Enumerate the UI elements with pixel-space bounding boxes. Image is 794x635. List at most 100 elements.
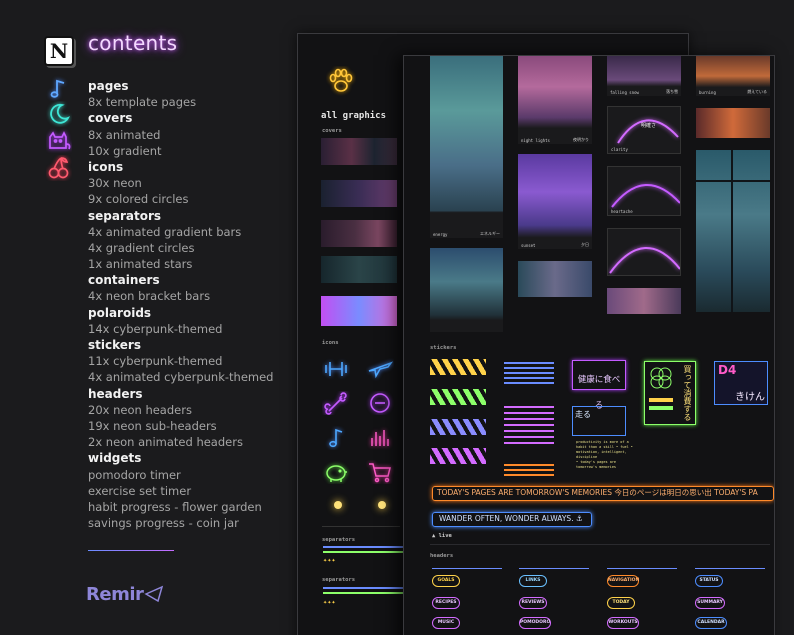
notion-logo: N bbox=[44, 36, 74, 66]
sticker-run: 走る bbox=[572, 406, 626, 436]
sticker-text: 買って消費する bbox=[683, 365, 692, 421]
polaroid-thumbnail bbox=[607, 228, 681, 276]
polaroid-caption: clarity bbox=[611, 147, 628, 152]
music-note-icon bbox=[50, 79, 65, 98]
polaroid-thumbnail bbox=[696, 108, 770, 138]
section-heading: headers bbox=[88, 386, 143, 401]
header-line bbox=[432, 568, 502, 569]
lines-sticker bbox=[504, 464, 554, 476]
colored-circle-icon bbox=[378, 501, 386, 509]
header-calendar: CALENDAR bbox=[695, 617, 727, 629]
polaroid-night-lights: night lights 夜明かり bbox=[518, 56, 592, 144]
polaroid-caption-jp: エネルギー bbox=[480, 231, 500, 236]
colored-circle-icon bbox=[334, 501, 342, 509]
polaroid-caption: heartache bbox=[611, 209, 633, 214]
polaroid-caption: energy bbox=[433, 232, 448, 237]
section-item: 2x neon animated headers bbox=[88, 435, 243, 450]
polaroid-energy: energy エネルギー bbox=[430, 56, 503, 238]
polaroid-caption-jp: 夕日 bbox=[581, 242, 589, 247]
stickers-label: stickers bbox=[430, 345, 457, 351]
separator-bar bbox=[323, 587, 403, 589]
stars-separator: ✦✦✦ bbox=[323, 600, 336, 606]
polaroid-caption-jp: 燃えている bbox=[747, 89, 767, 94]
polaroid-clarity: 明確さ clarity bbox=[607, 106, 681, 154]
section-item: exercise set timer bbox=[88, 483, 192, 498]
sticker-eat-healthy: 健康に食べる bbox=[572, 360, 626, 411]
scrolling-banner: TODAY'S PAGES ARE TOMORROW'S MEMORIES 今日… bbox=[432, 486, 774, 501]
cover-thumbnail bbox=[321, 220, 397, 247]
headers-label: headers bbox=[430, 553, 454, 559]
polaroid-caption: night lights bbox=[521, 138, 550, 143]
shopping-cart-icon bbox=[369, 463, 391, 483]
equalizer-icon bbox=[371, 430, 389, 446]
cherries-icon bbox=[48, 157, 69, 179]
section-item: 4x neon bracket bars bbox=[88, 289, 211, 304]
sticker-text: きけん bbox=[735, 392, 765, 403]
gradient-cover bbox=[321, 296, 397, 326]
polaroid-thumbnail bbox=[430, 248, 503, 332]
header-music: MUSIC bbox=[432, 617, 460, 629]
section-item: 11x cyberpunk-themed bbox=[88, 354, 223, 369]
polaroid-falling-snow: falling snow 落ち雪 bbox=[607, 56, 681, 96]
sticker-quote: productivity is more of a habit than a s… bbox=[576, 440, 633, 469]
section-heading: containers bbox=[88, 273, 160, 288]
icons-label: icons bbox=[322, 340, 339, 346]
moon-icon bbox=[50, 103, 71, 124]
section-heading: covers bbox=[88, 111, 133, 126]
section-item: 1x animated stars bbox=[88, 257, 193, 272]
polaroid-caption: burning bbox=[699, 90, 716, 95]
polaroid-caption: falling snow bbox=[610, 90, 639, 95]
quote-banner: WANDER OFTEN, WONDER ALWAYS. ⚓ bbox=[432, 512, 592, 527]
header-navigation: NAVIGATION bbox=[607, 575, 639, 587]
header-reviews: REVIEWS bbox=[519, 597, 547, 609]
window-frame bbox=[696, 180, 770, 182]
striped-sticker bbox=[430, 419, 486, 435]
leaf-logo-icon bbox=[144, 585, 164, 603]
stars-separator: ✦✦✦ bbox=[323, 558, 336, 564]
polaroid-thumbnail bbox=[518, 261, 592, 297]
section-item: 4x animated cyberpunk-themed bbox=[88, 370, 274, 385]
svg-text:明確さ: 明確さ bbox=[641, 122, 656, 129]
striped-sticker bbox=[430, 359, 486, 375]
section-item: 19x neon sub-headers bbox=[88, 418, 217, 433]
separator-bar bbox=[323, 551, 403, 553]
section-item: 4x gradient circles bbox=[88, 240, 195, 255]
airplane-icon bbox=[368, 361, 394, 379]
section-item: 9x colored circles bbox=[88, 192, 189, 207]
polaroid-sunset: sunset 夕日 bbox=[518, 154, 592, 249]
section-item: savings progress - coin jar bbox=[88, 516, 239, 531]
section-heading: pages bbox=[88, 79, 129, 93]
lines-sticker bbox=[504, 362, 554, 384]
section-heading: polaroids bbox=[88, 305, 152, 320]
lines-sticker bbox=[504, 406, 554, 446]
covers-label: covers bbox=[322, 128, 342, 134]
cat-icon bbox=[49, 131, 71, 150]
cover-thumbnail bbox=[321, 138, 397, 165]
section-item: habit progress - flower garden bbox=[88, 499, 262, 514]
gradient-divider bbox=[88, 550, 174, 551]
header-line bbox=[607, 568, 677, 569]
page-title: all graphics bbox=[321, 111, 387, 121]
contents-panel: N contents pages 8x template pages cover… bbox=[0, 0, 290, 635]
cover-thumbnail bbox=[321, 180, 397, 207]
header-goals: GOALS bbox=[432, 575, 460, 587]
live-label: ▲ live bbox=[432, 533, 452, 539]
cover-thumbnail bbox=[321, 256, 397, 283]
section-heading: widgets bbox=[88, 451, 142, 466]
sticker-text: D4 bbox=[718, 363, 737, 377]
music-note-icon bbox=[329, 428, 343, 448]
polaroid-heartache: heartache bbox=[607, 166, 681, 216]
minus-circle-icon bbox=[370, 393, 390, 413]
dumbbell-icon bbox=[325, 362, 347, 376]
header-today: TODAY bbox=[607, 597, 635, 609]
contents-title: contents bbox=[88, 31, 178, 55]
sticker-danger: D4 きけん bbox=[714, 361, 768, 405]
header-summary: SUMMARY bbox=[695, 597, 725, 609]
section-item: 8x template pages bbox=[88, 95, 197, 110]
section-heading: icons bbox=[88, 159, 124, 174]
polaroid-thumbnail bbox=[607, 288, 681, 314]
neon-arc-graphic bbox=[611, 184, 680, 208]
section-item: 4x animated gradient bars bbox=[88, 224, 242, 239]
polaroid-caption: sunset bbox=[521, 243, 536, 248]
contents-list: pages 8x template pages covers 8x animat… bbox=[88, 78, 288, 531]
